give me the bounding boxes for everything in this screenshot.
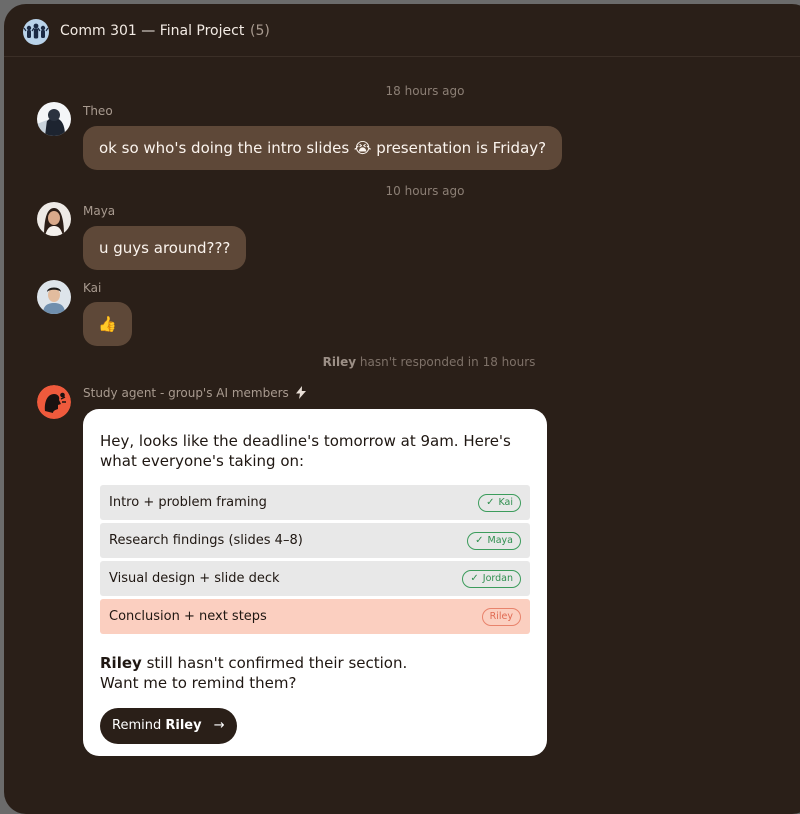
member-count[interactable]: (5) — [250, 23, 270, 39]
task-row[interactable]: Intro + problem framing ✓ Kai — [100, 485, 530, 520]
assignee-badge-pending: Riley — [481, 608, 521, 626]
check-icon: ✓ — [470, 573, 479, 584]
remind-button-name: Riley — [165, 718, 202, 733]
no-response-note: Riley hasn't responded in 18 hours — [4, 355, 800, 369]
task-row[interactable]: Visual design + slide deck ✓ Jordan — [100, 561, 530, 596]
assignee-name: Riley — [489, 611, 513, 622]
remind-button-label: Remind — [112, 718, 162, 733]
task-row-pending[interactable]: Conclusion + next steps Riley — [100, 599, 530, 634]
assignee-badge: ✓ Kai — [478, 494, 521, 512]
message-bubble[interactable]: u guys around??? — [83, 226, 247, 270]
message-bubble[interactable]: ok so who's doing the intro slides 😭 pre… — [83, 126, 563, 170]
lightning-icon — [295, 386, 306, 402]
author-name: Theo — [83, 104, 113, 118]
author-name: Kai — [83, 281, 102, 295]
followup-name: Riley — [100, 654, 142, 672]
note-name: Riley — [322, 355, 357, 369]
agent-name: Study agent - group's AI members — [83, 386, 306, 402]
check-icon: ✓ — [475, 535, 484, 546]
agent-intro-text: Hey, looks like the deadline's tomorrow … — [100, 432, 511, 470]
task-label: Visual design + slide deck — [109, 571, 280, 586]
timestamp: 18 hours ago — [385, 84, 465, 98]
task-label: Research findings (slides 4–8) — [109, 533, 303, 548]
assignee-badge: ✓ Jordan — [462, 570, 521, 588]
arrow-right-icon: → — [213, 718, 225, 733]
assignee-name: Jordan — [482, 573, 513, 584]
author-name: Maya — [83, 204, 116, 218]
followup-line2: Want me to remind them? — [100, 674, 297, 692]
note-text: hasn't responded in 18 hours — [359, 355, 536, 369]
agent-avatar[interactable] — [37, 385, 71, 419]
task-row[interactable]: Research findings (slides 4–8) ✓ Maya — [100, 523, 530, 558]
agent-summary-card: Hey, looks like the deadline's tomorrow … — [83, 409, 547, 756]
task-label: Intro + problem framing — [109, 495, 267, 510]
followup-message: Riley still hasn't confirmed their secti… — [100, 653, 407, 693]
avatar-kai[interactable] — [37, 280, 71, 314]
check-icon: ✓ — [486, 497, 495, 508]
chat-window: Comm 301 — Final Project (5) 18 hours ag… — [4, 4, 800, 814]
remind-button[interactable]: Remind Riley → — [100, 708, 237, 744]
timestamp: 10 hours ago — [385, 184, 465, 198]
message-bubble[interactable]: 👍 — [83, 302, 132, 346]
assignee-name: Kai — [498, 497, 513, 508]
assignee-name: Maya — [487, 535, 513, 546]
chat-title: Comm 301 — Final Project — [60, 23, 245, 39]
avatar-maya[interactable] — [37, 202, 71, 236]
group-avatar[interactable] — [23, 19, 49, 45]
agent-name-text: Study agent - group's AI members — [83, 386, 289, 400]
assignee-badge: ✓ Maya — [467, 532, 521, 550]
avatar-theo[interactable] — [37, 102, 71, 136]
followup-line1: still hasn't confirmed their section. — [146, 654, 408, 672]
chat-header: Comm 301 — Final Project (5) — [4, 4, 800, 57]
task-label: Conclusion + next steps — [109, 609, 267, 624]
